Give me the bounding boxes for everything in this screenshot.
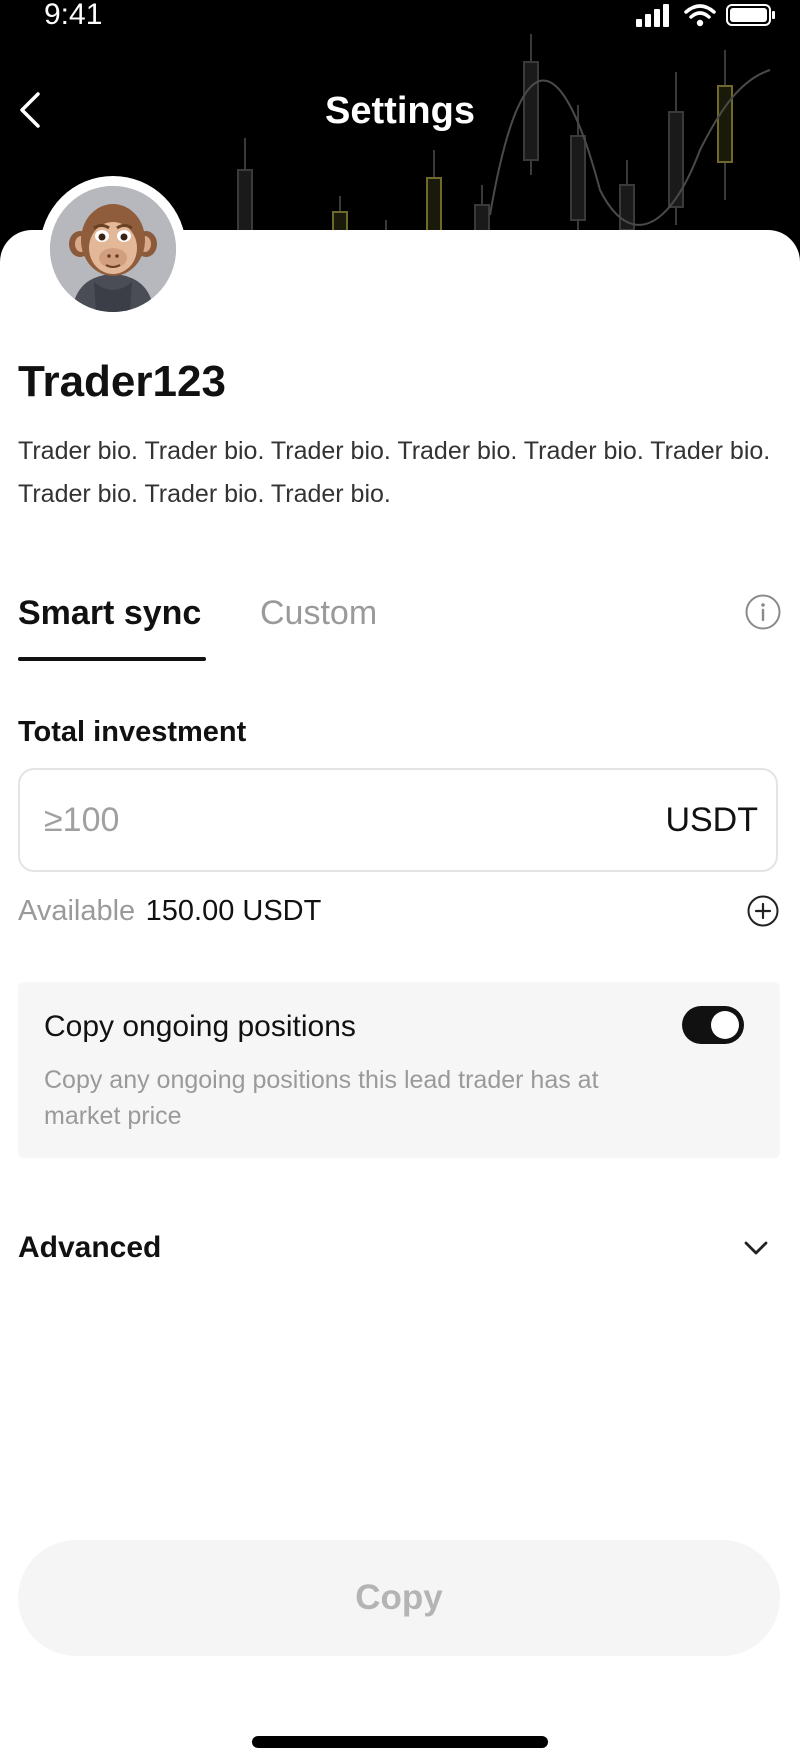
trader-bio: Trader bio. Trader bio. Trader bio. Trad…	[18, 437, 771, 508]
total-investment-input[interactable]	[44, 770, 604, 870]
status-time: 9:41	[44, 0, 103, 31]
status-icons	[634, 0, 776, 30]
available-label: Available	[18, 895, 136, 927]
active-tab-indicator	[18, 657, 206, 661]
home-indicator	[252, 1736, 548, 1748]
wifi-icon	[684, 4, 716, 27]
copy-positions-toggle[interactable]	[682, 1006, 744, 1044]
copy-positions-description: Copy any ongoing positions this lead tra…	[44, 1066, 599, 1130]
signal-icon	[636, 4, 669, 27]
copy-positions-card: Copy ongoing positions Copy any ongoing …	[18, 982, 780, 1158]
available-value: 150.00 USDT	[145, 895, 322, 927]
mode-tabs: Smart sync Custom	[18, 585, 782, 665]
avatar-frame	[40, 176, 186, 322]
advanced-section-header[interactable]: Advanced	[18, 1222, 780, 1274]
available-balance-row: Available 150.00 USDT	[18, 888, 780, 934]
tab-custom[interactable]: Custom	[260, 585, 377, 641]
copy-positions-title: Copy ongoing positions	[44, 1010, 356, 1043]
avatar[interactable]	[50, 186, 176, 312]
monkey-avatar-image	[50, 186, 176, 312]
screen: 9:41 Settings Trader123 Trader bio. Trad…	[0, 0, 800, 1758]
page-title: Settings	[325, 90, 475, 132]
tab-smart-sync[interactable]: Smart sync	[18, 585, 201, 641]
advanced-label: Advanced	[18, 1231, 162, 1264]
copy-button[interactable]: Copy	[18, 1540, 780, 1656]
total-investment-field[interactable]: USDT	[18, 768, 778, 872]
total-investment-label: Total investment	[18, 716, 247, 748]
currency-unit: USDT	[665, 801, 758, 839]
toggle-knob	[711, 1011, 739, 1039]
battery-icon	[726, 4, 775, 26]
add-funds-icon[interactable]	[746, 894, 780, 928]
trader-name: Trader123	[18, 357, 226, 406]
chevron-down-icon	[744, 1241, 768, 1255]
info-icon[interactable]	[744, 593, 782, 631]
